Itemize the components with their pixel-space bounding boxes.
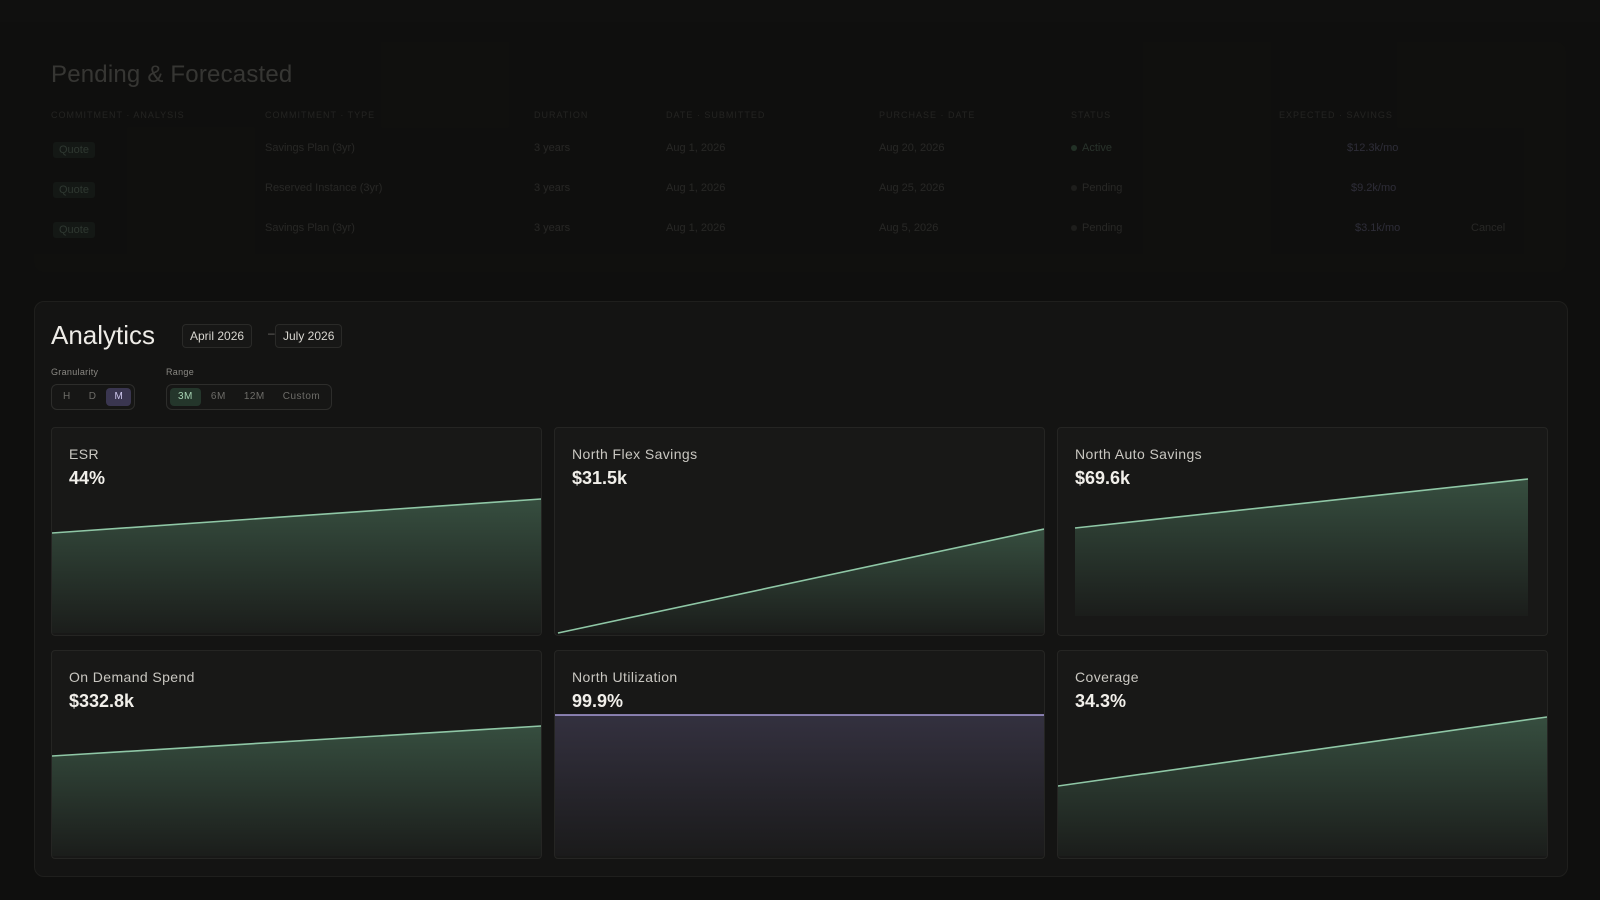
range-12m-button[interactable]: 12M: [236, 388, 273, 406]
sparkline-area: [555, 715, 1044, 856]
top-strip: [0, 0, 1600, 22]
pending-table: Commitment · Analysis Commitment · Type …: [51, 110, 1551, 262]
row-savings: $3.1k/mo: [1355, 222, 1401, 234]
row-status-text: Pending: [1082, 182, 1123, 194]
sparkline-area: [52, 499, 541, 633]
page-title: Analytics: [51, 320, 156, 350]
row-type: Savings Plan (3yr): [265, 222, 355, 234]
row-purchase: Aug 25, 2026: [879, 182, 945, 194]
col-header: Purchase · Date: [879, 110, 976, 120]
status-dot-icon: [1071, 225, 1077, 231]
col-header: Status: [1071, 110, 1112, 120]
row-cancel-link[interactable]: Cancel: [1471, 222, 1505, 234]
table-row[interactable]: Quote Savings Plan (3yr) 3 years Aug 1, …: [51, 142, 1551, 182]
sparkline-chart: [52, 498, 541, 633]
row-purchase: Aug 5, 2026: [879, 222, 939, 234]
metric-value: $332.8k: [69, 691, 135, 711]
pending-table-header: Commitment · Analysis Commitment · Type …: [51, 110, 1551, 142]
granularity-month-button[interactable]: M: [106, 388, 132, 406]
sparkline-area: [1075, 479, 1528, 616]
metric-label: ESR: [69, 446, 99, 462]
metric-value: 44%: [69, 468, 106, 488]
row-id[interactable]: Quote: [53, 222, 95, 238]
row-submitted: Aug 1, 2026: [666, 142, 726, 154]
pending-forecasted-panel: Pending & Forecasted Commitment · Analys…: [34, 42, 1566, 272]
granularity-hour-button[interactable]: H: [55, 388, 79, 406]
range-3m-button[interactable]: 3M: [170, 388, 201, 406]
status-dot-icon: [1071, 185, 1077, 191]
pending-title: Pending & Forecasted: [51, 61, 293, 88]
metric-value: $31.5k: [572, 468, 628, 488]
row-duration: 3 years: [534, 182, 571, 194]
date-separator: –: [268, 326, 275, 340]
range-label: Range: [166, 367, 195, 377]
row-savings: $9.2k/mo: [1351, 182, 1397, 194]
row-submitted: Aug 1, 2026: [666, 222, 726, 234]
date-to-picker[interactable]: July 2026: [275, 324, 343, 348]
metric-label: North Utilization: [572, 669, 678, 685]
metric-card-on-demand-spend[interactable]: On Demand Spend $332.8k: [51, 650, 542, 859]
row-duration: 3 years: [534, 142, 571, 154]
metric-value: 99.9%: [572, 691, 624, 711]
metric-label: North Flex Savings: [572, 446, 698, 462]
metric-card-north-utilization[interactable]: North Utilization 99.9%: [554, 650, 1045, 859]
range-6m-button[interactable]: 6M: [203, 388, 234, 406]
col-header: Commitment · Type: [265, 110, 376, 120]
col-header: Commitment · Analysis: [51, 110, 185, 120]
table-row[interactable]: Quote Savings Plan (3yr) 3 years Aug 1, …: [51, 222, 1551, 262]
metric-card-coverage[interactable]: Coverage 34.3%: [1057, 650, 1548, 859]
row-status-text: Active: [1082, 142, 1112, 154]
date-from-picker[interactable]: April 2026: [182, 324, 253, 348]
row-savings: $12.3k/mo: [1347, 142, 1399, 154]
metric-card-north-flex-savings[interactable]: North Flex Savings $31.5k: [554, 427, 1045, 636]
col-header: Expected · Savings: [1279, 110, 1393, 120]
status-dot-icon: [1071, 145, 1077, 151]
metric-card-north-auto-savings[interactable]: North Auto Savings $69.6k: [1057, 427, 1548, 636]
row-status: Pending: [1071, 222, 1122, 234]
metric-label: Coverage: [1075, 669, 1139, 685]
granularity-label: Granularity: [51, 367, 99, 377]
row-submitted: Aug 1, 2026: [666, 182, 726, 194]
row-status-text: Pending: [1082, 222, 1123, 234]
row-duration: 3 years: [534, 222, 571, 234]
range-custom-button[interactable]: Custom: [275, 388, 328, 406]
row-status: Pending: [1071, 182, 1122, 194]
metric-card-esr[interactable]: ESR 44%: [51, 427, 542, 636]
metric-label: North Auto Savings: [1075, 446, 1203, 462]
row-status: Active: [1071, 142, 1112, 154]
metric-label: On Demand Spend: [69, 669, 195, 685]
table-row[interactable]: Quote Reserved Instance (3yr) 3 years Au…: [51, 182, 1551, 222]
sparkline-area: [1058, 717, 1547, 856]
metric-value: $69.6k: [1075, 468, 1131, 488]
row-type: Reserved Instance (3yr): [265, 182, 383, 194]
range-selector: 3M 6M 12M Custom: [166, 384, 333, 410]
col-header: Date · Submitted: [666, 110, 766, 120]
row-type: Savings Plan (3yr): [265, 142, 355, 154]
granularity-selector: H D M: [51, 384, 136, 410]
granularity-day-button[interactable]: D: [81, 388, 105, 406]
row-purchase: Aug 20, 2026: [879, 142, 945, 154]
row-id[interactable]: Quote: [53, 142, 95, 158]
analytics-panel: Analytics April 2026 – July 2026 Granula…: [34, 301, 1568, 877]
sparkline-area: [52, 726, 541, 856]
col-header: Duration: [534, 110, 589, 120]
row-id[interactable]: Quote: [53, 182, 95, 198]
metric-value: 34.3%: [1075, 691, 1127, 711]
